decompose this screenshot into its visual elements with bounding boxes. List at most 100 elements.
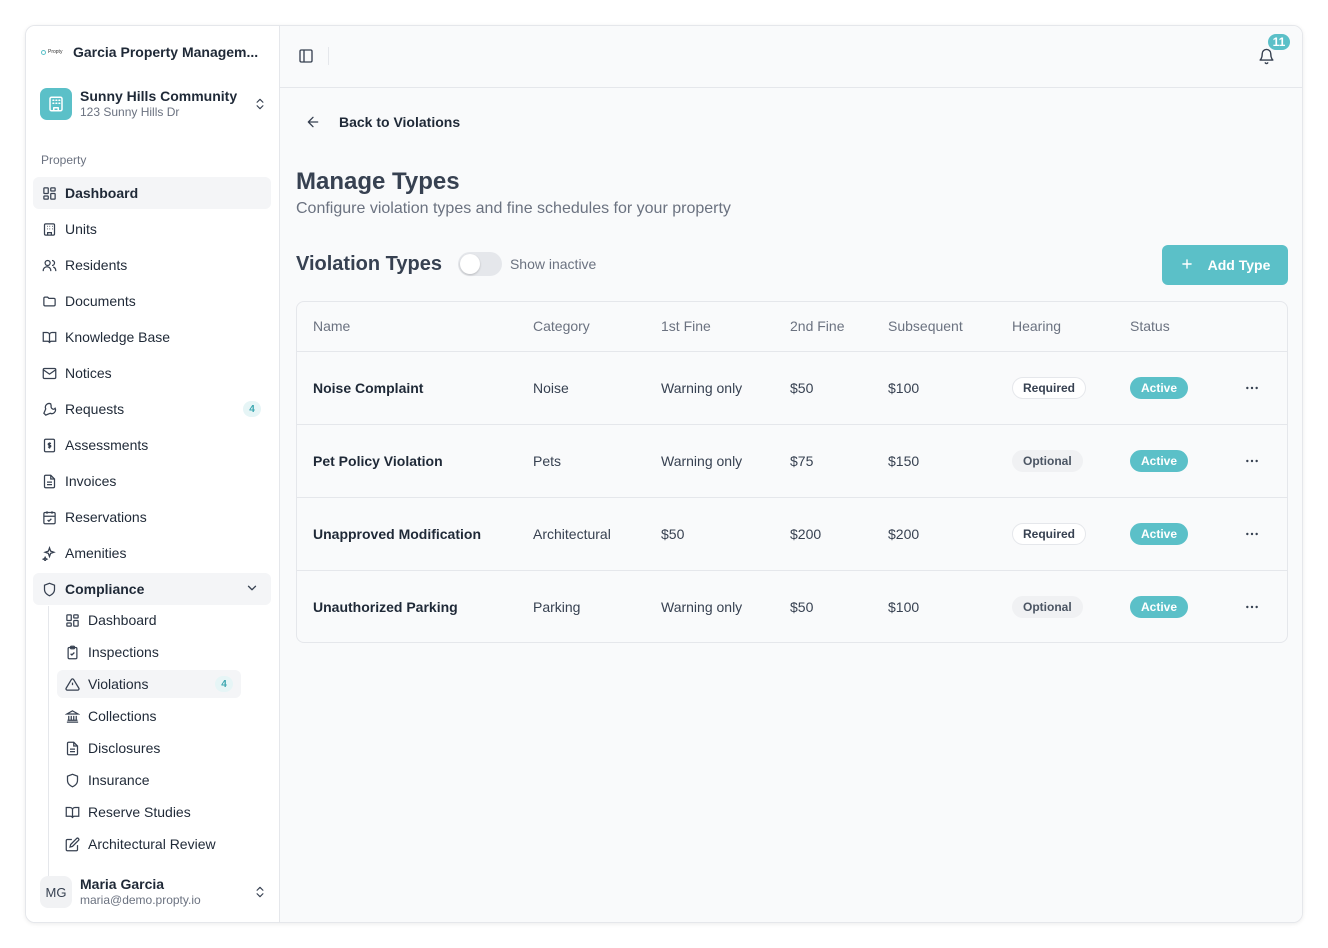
app-window: Propty Garcia Property Managem... Sunny … xyxy=(25,25,1303,923)
table-row[interactable]: Noise Complaint Noise Warning only $50 $… xyxy=(297,351,1287,425)
subnav-item-dashboard[interactable]: Dashboard xyxy=(57,606,241,634)
sidebar-item-label: Units xyxy=(65,221,97,237)
sidebar: Propty Garcia Property Managem... Sunny … xyxy=(26,26,280,922)
hearing-badge: Required xyxy=(1012,522,1087,545)
calendar-icon xyxy=(41,509,57,525)
sidebar-item-assessments[interactable]: Assessments xyxy=(33,429,271,461)
arrow-left-icon xyxy=(305,114,321,130)
subnav-item-architectural-review[interactable]: Architectural Review xyxy=(57,830,241,858)
user-email: maria@demo.propty.io xyxy=(80,893,201,907)
cell-subsequent: $200 xyxy=(888,497,1012,571)
more-horizontal-icon[interactable] xyxy=(1242,597,1262,617)
sidebar-item-residents[interactable]: Residents xyxy=(33,249,271,281)
requests-count-badge: 4 xyxy=(243,401,261,417)
column-header-subsequent: Subsequent xyxy=(888,302,1012,352)
table-row[interactable]: Unapproved Modification Architectural $5… xyxy=(297,497,1287,571)
sidebar-item-amenities[interactable]: Amenities xyxy=(33,537,271,569)
cell-actions xyxy=(1230,497,1287,571)
topbar: 11 xyxy=(280,26,1302,88)
cell-subsequent: $150 xyxy=(888,424,1012,498)
subnav-item-label: Collections xyxy=(88,708,157,724)
subnav-item-disclosures[interactable]: Disclosures xyxy=(57,734,241,762)
sidebar-item-label: Documents xyxy=(65,293,136,309)
sidebar-item-dashboard[interactable]: Dashboard xyxy=(33,177,271,209)
page-title: Manage Types xyxy=(296,168,460,195)
chevrons-up-down-icon xyxy=(252,96,268,112)
hearing-badge: Optional xyxy=(1012,595,1083,618)
org-name: Garcia Property Managem... xyxy=(73,44,259,60)
cell-hearing: Required xyxy=(1012,497,1130,571)
compliance-subnav: Dashboard Inspections Violations 4 Colle… xyxy=(48,606,258,888)
subnav-item-violations[interactable]: Violations 4 xyxy=(57,670,241,698)
hearing-badge: Optional xyxy=(1012,449,1083,472)
cell-1st-fine: Warning only xyxy=(661,598,743,615)
propty-logo: Propty xyxy=(41,49,65,55)
sidebar-item-units[interactable]: Units xyxy=(33,213,271,245)
cell-name: Pet Policy Violation xyxy=(297,424,533,498)
book-icon xyxy=(41,329,57,345)
table-row[interactable]: Pet Policy Violation Pets Warning only $… xyxy=(297,424,1287,498)
cell-actions xyxy=(1230,351,1287,425)
subnav-item-label: Reserve Studies xyxy=(88,804,191,820)
sidebar-item-documents[interactable]: Documents xyxy=(33,285,271,317)
org-header[interactable]: Propty Garcia Property Managem... xyxy=(41,44,265,60)
cell-subsequent: $100 xyxy=(888,351,1012,425)
avatar: MG xyxy=(40,876,72,908)
sidebar-item-label: Invoices xyxy=(65,473,117,489)
building-icon xyxy=(41,221,57,237)
sidebar-item-invoices[interactable]: Invoices xyxy=(33,465,271,497)
status-badge: Active xyxy=(1130,595,1189,618)
chevrons-up-down-icon xyxy=(252,884,268,900)
subnav-item-inspections[interactable]: Inspections xyxy=(57,638,241,666)
community-switcher[interactable]: Sunny Hills Community 123 Sunny Hills Dr xyxy=(40,88,268,120)
cell-actions xyxy=(1230,424,1287,498)
users-icon xyxy=(41,257,57,273)
status-badge: Active xyxy=(1130,522,1189,545)
edit-icon xyxy=(64,836,80,852)
show-inactive-toggle[interactable] xyxy=(457,252,502,276)
column-header-2nd-fine: 2nd Fine xyxy=(790,302,888,352)
cell-subsequent: $100 xyxy=(888,598,920,615)
sidebar-item-label: Residents xyxy=(65,257,128,273)
user-menu[interactable]: MG Maria Garcia maria@demo.propty.io xyxy=(40,876,268,908)
sidebar-item-knowledge-base[interactable]: Knowledge Base xyxy=(33,321,271,353)
dollar-icon xyxy=(41,437,57,453)
subnav-item-label: Violations xyxy=(88,676,149,692)
subnav-item-collections[interactable]: Collections xyxy=(57,702,241,730)
subnav-item-reserve-studies[interactable]: Reserve Studies xyxy=(57,798,241,826)
sidebar-item-label: Reservations xyxy=(65,509,147,525)
cell-hearing: Optional xyxy=(1012,424,1130,498)
book-icon xyxy=(64,804,80,820)
dashboard-icon xyxy=(64,612,80,628)
column-header-actions xyxy=(1230,302,1287,352)
cell-category: Noise xyxy=(533,351,661,425)
column-header-status: Status xyxy=(1130,302,1230,352)
mail-icon xyxy=(41,365,57,381)
subnav-item-label: Dashboard xyxy=(88,612,157,628)
sidebar-item-requests[interactable]: Requests 4 xyxy=(33,393,271,425)
subnav-item-insurance[interactable]: Insurance xyxy=(57,766,241,794)
cell-name: Unauthorized Parking xyxy=(313,598,458,615)
sidebar-item-notices[interactable]: Notices xyxy=(33,357,271,389)
more-horizontal-icon[interactable] xyxy=(1242,524,1262,544)
sidebar-item-reservations[interactable]: Reservations xyxy=(33,501,271,533)
back-link[interactable]: Back to Violations xyxy=(305,114,460,130)
subnav-item-label: Architectural Review xyxy=(88,836,216,852)
sidebar-item-compliance[interactable]: Compliance xyxy=(33,573,271,605)
sidebar-item-label: Compliance xyxy=(65,581,145,597)
more-horizontal-icon[interactable] xyxy=(1242,378,1262,398)
wrench-icon xyxy=(41,401,57,417)
shield-icon xyxy=(64,772,80,788)
cell-2nd-fine: $200 xyxy=(790,497,888,571)
community-address: 123 Sunny Hills Dr xyxy=(80,105,180,119)
subnav-item-label: Inspections xyxy=(88,644,159,660)
sidebar-toggle-icon[interactable] xyxy=(298,48,316,66)
add-type-button[interactable]: Add Type xyxy=(1162,245,1288,285)
cell-category: Parking xyxy=(533,598,581,615)
cell-category: Architectural xyxy=(533,497,661,571)
more-horizontal-icon[interactable] xyxy=(1242,451,1262,471)
cell-2nd-fine: $50 xyxy=(790,351,888,425)
table-row[interactable]: Unauthorized Parking Parking Warning onl… xyxy=(297,570,1287,642)
file-text-icon xyxy=(64,740,80,756)
violations-count-badge: 4 xyxy=(215,676,233,692)
